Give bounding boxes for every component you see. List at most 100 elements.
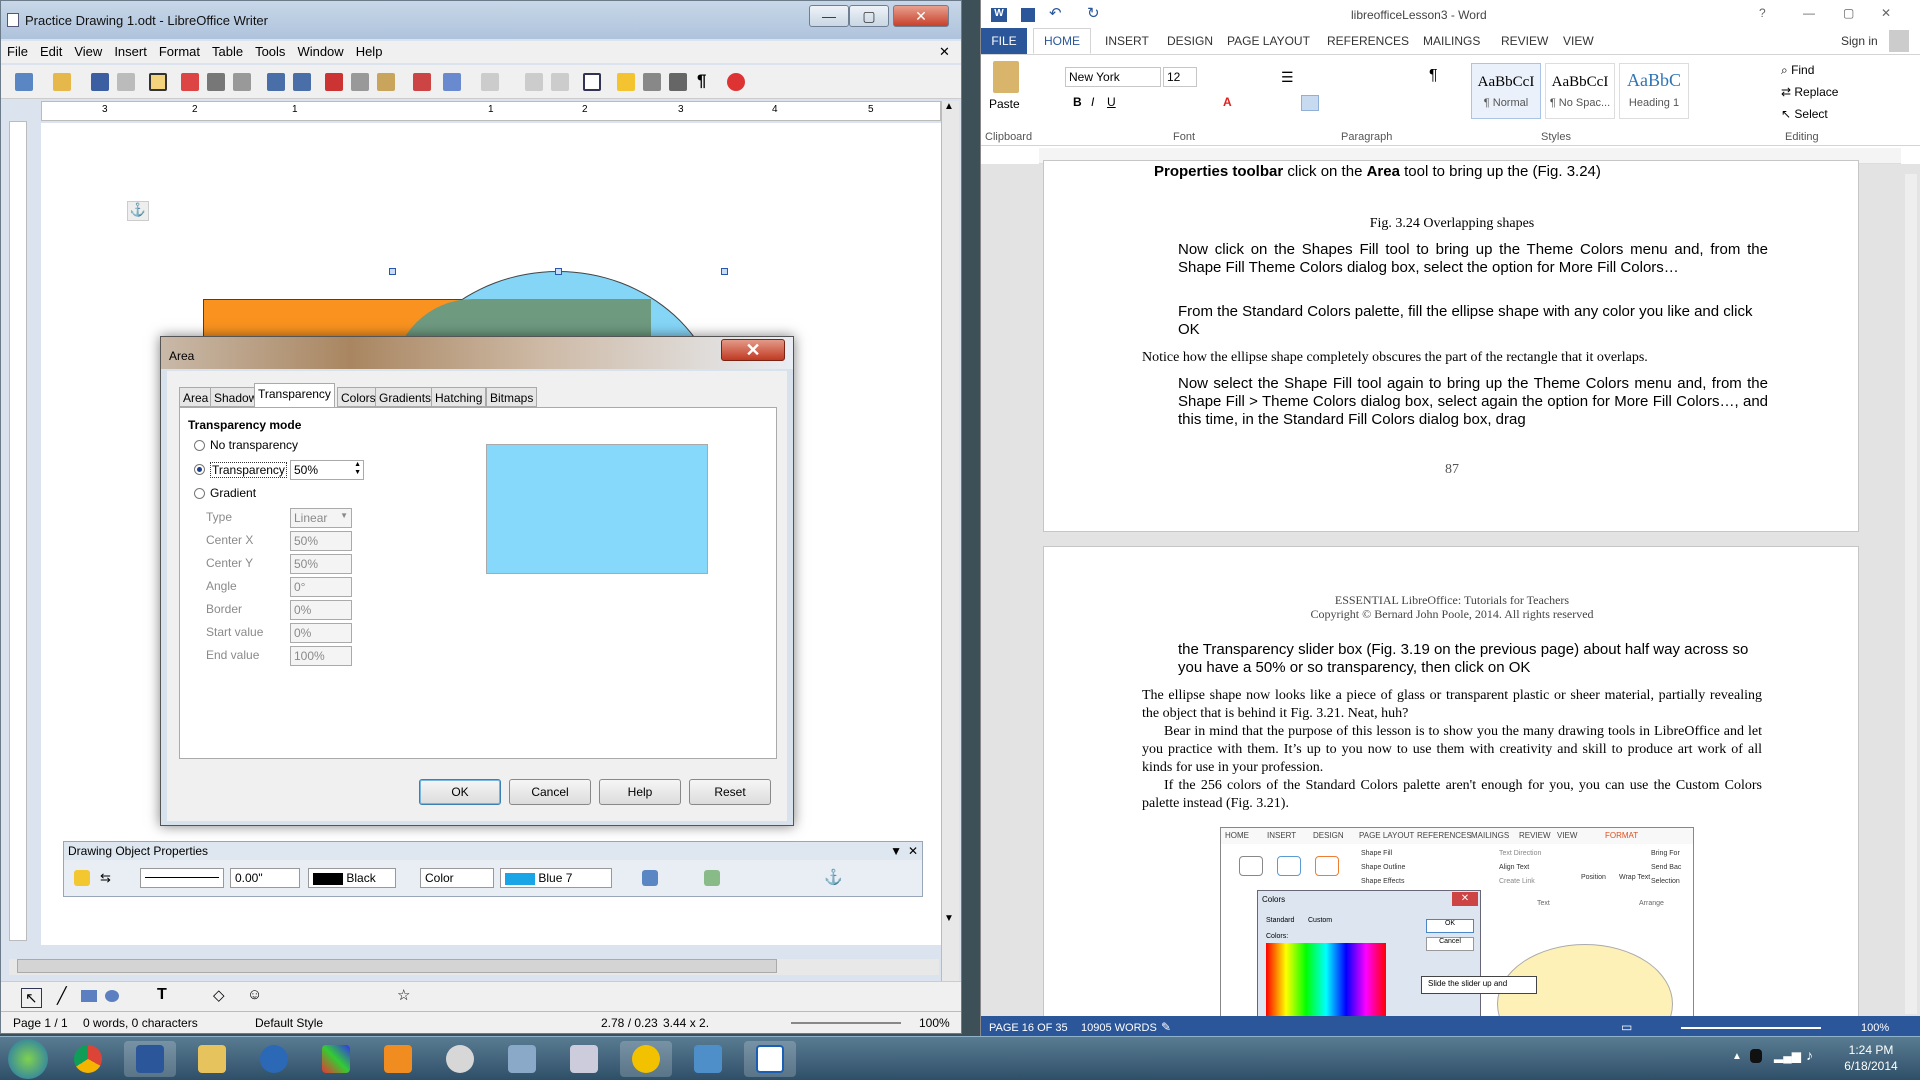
tab-colors[interactable]: Colors bbox=[337, 387, 380, 407]
scroll-down-icon[interactable]: ▼ bbox=[944, 913, 954, 924]
save-icon[interactable] bbox=[1021, 8, 1035, 22]
text-icon[interactable]: T bbox=[157, 986, 167, 1004]
anchor-select-icon[interactable]: ⚓ bbox=[824, 868, 843, 886]
selection-handle[interactable] bbox=[555, 268, 562, 275]
show-draw-icon[interactable] bbox=[583, 73, 601, 91]
menu-file[interactable]: File bbox=[1, 41, 34, 62]
tab-mailings[interactable]: MAILINGS bbox=[1423, 34, 1480, 48]
zoom-level[interactable]: 100% bbox=[1861, 1022, 1889, 1034]
font-name-input[interactable]: New York bbox=[1065, 67, 1161, 87]
tab-review[interactable]: REVIEW bbox=[1501, 34, 1548, 48]
no-transparency-label[interactable]: No transparency bbox=[210, 438, 298, 452]
writer-taskbar-button[interactable] bbox=[744, 1041, 796, 1077]
copy-icon[interactable] bbox=[351, 73, 369, 91]
clock-time[interactable]: 1:24 PM bbox=[1840, 1043, 1902, 1057]
tab-view[interactable]: VIEW bbox=[1563, 34, 1594, 48]
preview-icon[interactable] bbox=[233, 73, 251, 91]
redo-icon[interactable] bbox=[481, 73, 499, 91]
chrome-taskbar-button[interactable] bbox=[62, 1041, 114, 1077]
word-vertical-scrollbar[interactable] bbox=[1905, 174, 1917, 1014]
transparency-radio[interactable] bbox=[194, 464, 205, 475]
hscroll-thumb[interactable] bbox=[17, 959, 777, 973]
horizontal-ruler[interactable]: 3 2 1 1 2 3 4 5 bbox=[41, 101, 941, 121]
tray-app-icon[interactable] bbox=[1750, 1049, 1762, 1063]
tab-bitmaps[interactable]: Bitmaps bbox=[486, 387, 538, 407]
help-icon[interactable]: ? bbox=[1759, 6, 1766, 20]
tab-references[interactable]: REFERENCES bbox=[1327, 34, 1409, 48]
writer-vertical-scrollbar[interactable]: ▲ ▼ bbox=[941, 101, 959, 981]
avatar[interactable] bbox=[1889, 30, 1909, 52]
gallery-icon[interactable] bbox=[643, 73, 661, 91]
dialog-taskbar-button[interactable] bbox=[620, 1041, 672, 1077]
edit-mode-icon[interactable] bbox=[149, 73, 167, 91]
selection-handle[interactable] bbox=[389, 268, 396, 275]
underline-icon[interactable]: U bbox=[1107, 95, 1116, 109]
minimize-button[interactable]: — bbox=[809, 5, 849, 27]
gradient-radio[interactable] bbox=[194, 488, 205, 499]
save-icon[interactable] bbox=[91, 73, 109, 91]
arrange-icon[interactable] bbox=[704, 870, 720, 886]
print-icon[interactable] bbox=[207, 73, 225, 91]
maximize-button[interactable]: ▢ bbox=[849, 5, 889, 27]
read-mode-icon[interactable]: ▭ bbox=[1621, 1020, 1632, 1034]
open-icon[interactable] bbox=[53, 73, 71, 91]
tab-insert[interactable]: INSERT bbox=[1105, 34, 1149, 48]
tab-hatching[interactable]: Hatching bbox=[431, 387, 487, 407]
word-titlebar[interactable]: W ↶ ↻ libreofficeLesson3 - Word ? — ▢ ✕ bbox=[981, 0, 1920, 30]
style-normal[interactable]: AaBbCcI ¶ Normal bbox=[1471, 63, 1541, 119]
zoom-icon[interactable] bbox=[727, 73, 745, 91]
paste-label[interactable]: Paste bbox=[989, 97, 1020, 111]
symbol-shapes-icon[interactable]: ☺ bbox=[247, 986, 262, 1003]
undo-icon[interactable]: ↶ bbox=[1049, 4, 1062, 22]
tray-expand-icon[interactable]: ▲ bbox=[1732, 1051, 1742, 1062]
tab-page-layout[interactable]: PAGE LAYOUT bbox=[1227, 34, 1310, 48]
page-style[interactable]: Default Style bbox=[255, 1016, 323, 1030]
menu-insert[interactable]: Insert bbox=[108, 41, 153, 62]
selection-handle[interactable] bbox=[721, 268, 728, 275]
word-taskbar-button[interactable] bbox=[124, 1041, 176, 1077]
menu-tools[interactable]: Tools bbox=[249, 41, 291, 62]
clock-date[interactable]: 6/18/2014 bbox=[1840, 1059, 1902, 1073]
writer-horizontal-scrollbar[interactable] bbox=[9, 959, 939, 975]
line-width-field[interactable]: 0.00" bbox=[230, 868, 300, 888]
help-button[interactable]: Help bbox=[599, 779, 681, 805]
paste-icon[interactable] bbox=[993, 61, 1019, 93]
close-icon[interactable]: ✕ bbox=[1881, 6, 1891, 20]
pdf-icon[interactable] bbox=[181, 73, 199, 91]
explorer-taskbar-button[interactable] bbox=[186, 1041, 238, 1077]
gradient-label[interactable]: Gradient bbox=[210, 486, 256, 500]
transparency-value-input[interactable]: 50% ▲ ▼ bbox=[290, 460, 364, 480]
doc-close-icon[interactable]: ✕ bbox=[939, 44, 950, 60]
style-no-spacing[interactable]: AaBbCcI ¶ No Spac... bbox=[1545, 63, 1615, 119]
line-color-select[interactable]: Black bbox=[308, 868, 396, 888]
menu-edit[interactable]: Edit bbox=[34, 41, 68, 62]
paint-taskbar-button[interactable] bbox=[310, 1041, 362, 1077]
font-color-icon[interactable]: A bbox=[1223, 95, 1232, 109]
italic-icon[interactable]: I bbox=[1091, 95, 1094, 109]
spellcheck-icon[interactable] bbox=[267, 73, 285, 91]
tab-transparency[interactable]: Transparency bbox=[254, 383, 335, 408]
minimize-icon[interactable]: — bbox=[1803, 6, 1815, 20]
dialog-titlebar[interactable]: Area ✕ bbox=[161, 337, 793, 369]
zoom-slider[interactable] bbox=[791, 1022, 901, 1024]
zoom-slider[interactable] bbox=[1681, 1027, 1821, 1029]
transparency-label[interactable]: Transparency bbox=[210, 462, 287, 478]
writer-close-button[interactable]: ✕ bbox=[893, 5, 949, 27]
media-taskbar-button[interactable] bbox=[372, 1041, 424, 1077]
dop-close-icon[interactable]: ✕ bbox=[908, 844, 918, 858]
select-button[interactable]: ↖ Select bbox=[1781, 107, 1828, 121]
formatting-marks-icon[interactable]: ¶ bbox=[697, 71, 706, 91]
paste-icon[interactable] bbox=[377, 73, 395, 91]
tab-area[interactable]: Area bbox=[179, 387, 213, 407]
new-icon[interactable] bbox=[15, 73, 33, 91]
wrap-icon[interactable] bbox=[642, 870, 658, 886]
clone-format-icon[interactable] bbox=[413, 73, 431, 91]
word-document-area[interactable]: Properties toolbar click on the Area too… bbox=[981, 160, 1920, 1027]
tab-home[interactable]: HOME bbox=[1033, 28, 1091, 54]
center-align-icon[interactable] bbox=[1301, 95, 1319, 111]
navigator-icon[interactable] bbox=[617, 73, 635, 91]
datasources-icon[interactable] bbox=[669, 73, 687, 91]
ellipse-icon[interactable] bbox=[105, 990, 119, 1002]
cancel-button[interactable]: Cancel bbox=[509, 779, 591, 805]
proofing-icon[interactable]: ✎ bbox=[1161, 1020, 1171, 1034]
